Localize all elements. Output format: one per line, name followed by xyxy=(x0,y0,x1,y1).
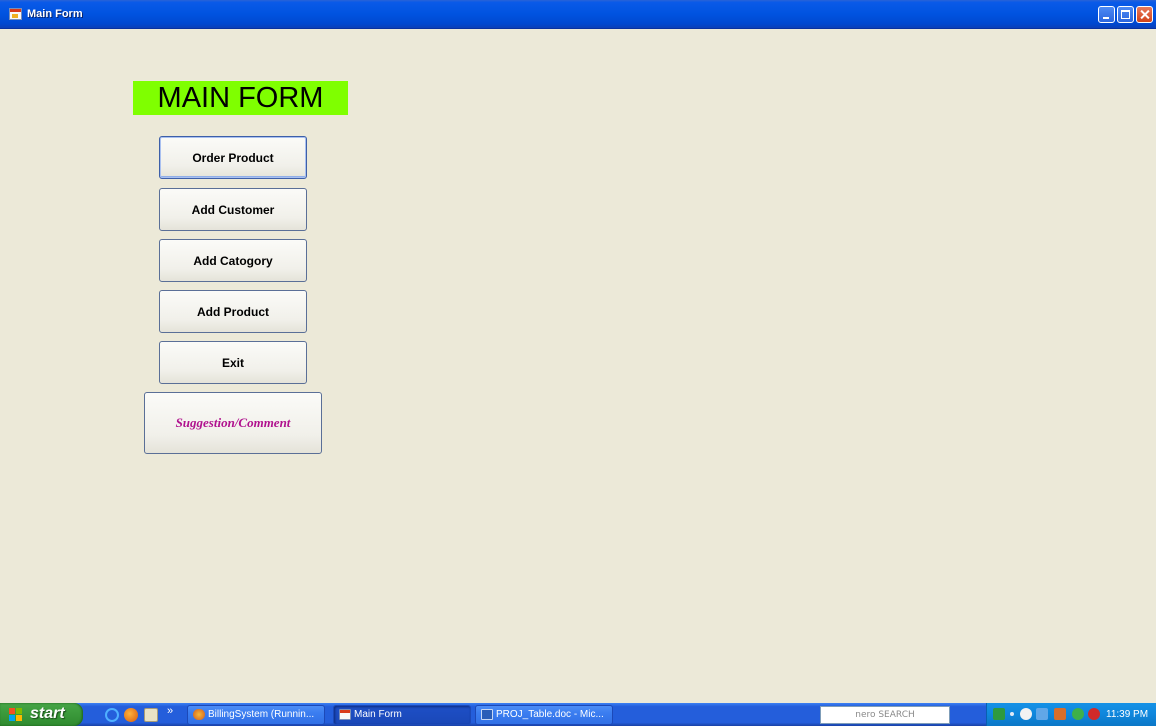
security-shield-icon[interactable] xyxy=(1088,708,1100,720)
suggestion-comment-button[interactable]: Suggestion/Comment xyxy=(144,392,322,454)
add-product-button[interactable]: Add Product xyxy=(159,290,307,333)
tray-app-icon[interactable] xyxy=(1054,708,1066,720)
main-form-heading: MAIN FORM xyxy=(133,81,348,115)
billing-app-icon xyxy=(193,709,205,720)
app-window-icon[interactable] xyxy=(9,8,22,20)
tray-dot-icon xyxy=(1010,712,1014,716)
restore-button[interactable] xyxy=(1117,6,1134,23)
taskbar-item-billingsystem[interactable]: BillingSystem (Runnin... xyxy=(187,705,325,725)
add-category-button[interactable]: Add Catogory xyxy=(159,239,307,282)
show-desktop-icon[interactable] xyxy=(144,708,158,722)
taskbar-clock[interactable]: 11:39 PM xyxy=(1106,709,1148,720)
start-label: start xyxy=(30,705,65,722)
exit-button[interactable]: Exit xyxy=(159,341,307,384)
quicklaunch-more-chevron-icon[interactable]: » xyxy=(167,705,173,717)
network-arrow-icon[interactable] xyxy=(993,708,1005,720)
taskbar-item-main-form[interactable]: Main Form xyxy=(333,705,471,725)
close-button[interactable] xyxy=(1136,6,1153,23)
firefox-icon[interactable] xyxy=(124,708,138,722)
taskbar-item-label: PROJ_Table.doc - Mic... xyxy=(496,709,604,720)
window-titlebar[interactable]: Main Form xyxy=(0,0,1156,29)
internet-explorer-icon[interactable] xyxy=(105,708,119,722)
start-button[interactable]: start xyxy=(0,703,83,726)
form-window-icon xyxy=(339,709,351,720)
nero-search-box[interactable]: nero SEARCH xyxy=(820,706,950,724)
network-connection-icon[interactable] xyxy=(1036,708,1048,720)
taskbar-item-proj-table-doc[interactable]: PROJ_Table.doc - Mic... xyxy=(475,705,613,725)
word-doc-icon xyxy=(481,709,493,720)
minimize-button[interactable] xyxy=(1098,6,1115,23)
windows-logo-icon xyxy=(9,708,23,721)
system-tray: 11:39 PM xyxy=(986,703,1156,726)
refresh-icon[interactable] xyxy=(1072,708,1084,720)
order-product-button[interactable]: Order Product xyxy=(159,136,307,179)
add-customer-button[interactable]: Add Customer xyxy=(159,188,307,231)
taskbar-item-label: Main Form xyxy=(354,709,402,720)
taskbar: start » BillingSystem (Runnin... Main Fo… xyxy=(0,703,1156,726)
taskbar-item-label: BillingSystem (Runnin... xyxy=(208,709,315,720)
window-title: Main Form xyxy=(27,8,83,20)
tray-expand-icon[interactable] xyxy=(1020,708,1032,720)
